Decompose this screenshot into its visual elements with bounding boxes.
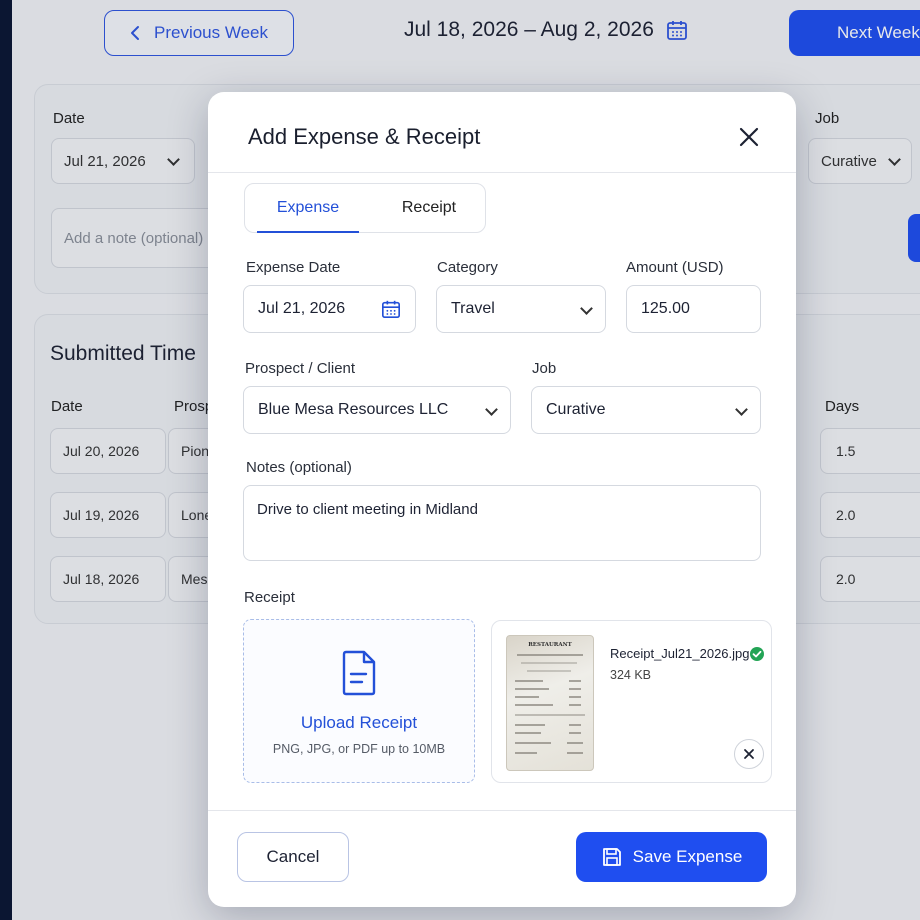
notes-textarea[interactable]: Drive to client meeting in Midland: [243, 485, 761, 561]
client-select[interactable]: Blue Mesa Resources LLC: [243, 386, 511, 434]
save-expense-label: Save Expense: [632, 847, 743, 866]
job-value: Curative: [546, 401, 606, 418]
receipt-thumbnail-heading: RESTAURANT: [528, 642, 572, 648]
upload-receipt-hint: PNG, JPG, or PDF up to 10MB: [272, 742, 446, 756]
close-icon: [744, 749, 754, 759]
receipt-label: Receipt: [244, 589, 295, 606]
save-icon: [602, 848, 621, 866]
calendar-icon[interactable]: [381, 299, 401, 319]
amount-label: Amount (USD): [626, 259, 724, 276]
client-value: Blue Mesa Resources LLC: [258, 401, 449, 418]
modal-title: Add Expense & Receipt: [248, 124, 481, 149]
category-value: Travel: [451, 300, 495, 317]
close-icon[interactable]: [736, 124, 762, 150]
document-icon: [342, 650, 376, 696]
expense-date-value: Jul 21, 2026: [258, 300, 346, 317]
header-divider: [208, 172, 796, 173]
category-select[interactable]: Travel: [436, 285, 606, 333]
tab-expense[interactable]: Expense: [245, 184, 371, 232]
file-name: Receipt_Jul21_2026.jpg: [610, 646, 750, 661]
category-label: Category: [437, 259, 498, 276]
expense-date-label: Expense Date: [246, 259, 341, 276]
tab-receipt[interactable]: Receipt: [371, 184, 487, 232]
success-check-icon: [750, 647, 764, 661]
job-select[interactable]: Curative: [531, 386, 761, 434]
chevron-down-icon: [735, 401, 748, 419]
receipt-thumbnail[interactable]: RESTAURANT: [506, 635, 594, 771]
uploaded-file-card: RESTAURANT Receipt_Jul21_2026.jpg 324 KB: [491, 620, 772, 783]
footer-divider: [208, 810, 796, 811]
save-expense-button[interactable]: Save Expense: [576, 832, 767, 882]
expense-date-input[interactable]: Jul 21, 2026: [243, 285, 416, 333]
modal-tabs: Expense Receipt: [244, 183, 486, 233]
chevron-down-icon: [580, 300, 593, 318]
upload-receipt-title: Upload Receipt: [300, 713, 418, 732]
chevron-down-icon: [485, 401, 498, 419]
remove-file-button[interactable]: [734, 739, 764, 769]
notes-label: Notes (optional): [246, 459, 352, 476]
client-label: Prospect / Client: [245, 360, 356, 377]
amount-value: 125.00: [641, 300, 690, 317]
active-tab-indicator: [257, 231, 359, 233]
cancel-button[interactable]: Cancel: [237, 832, 349, 882]
upload-receipt-dropzone[interactable]: Upload Receipt PNG, JPG, or PDF up to 10…: [243, 619, 475, 783]
job-label: Job: [532, 360, 557, 377]
add-expense-modal: Add Expense & Receipt Expense Receipt Ex…: [208, 92, 796, 907]
file-size: 324 KB: [610, 668, 652, 682]
amount-input[interactable]: 125.00: [626, 285, 761, 333]
